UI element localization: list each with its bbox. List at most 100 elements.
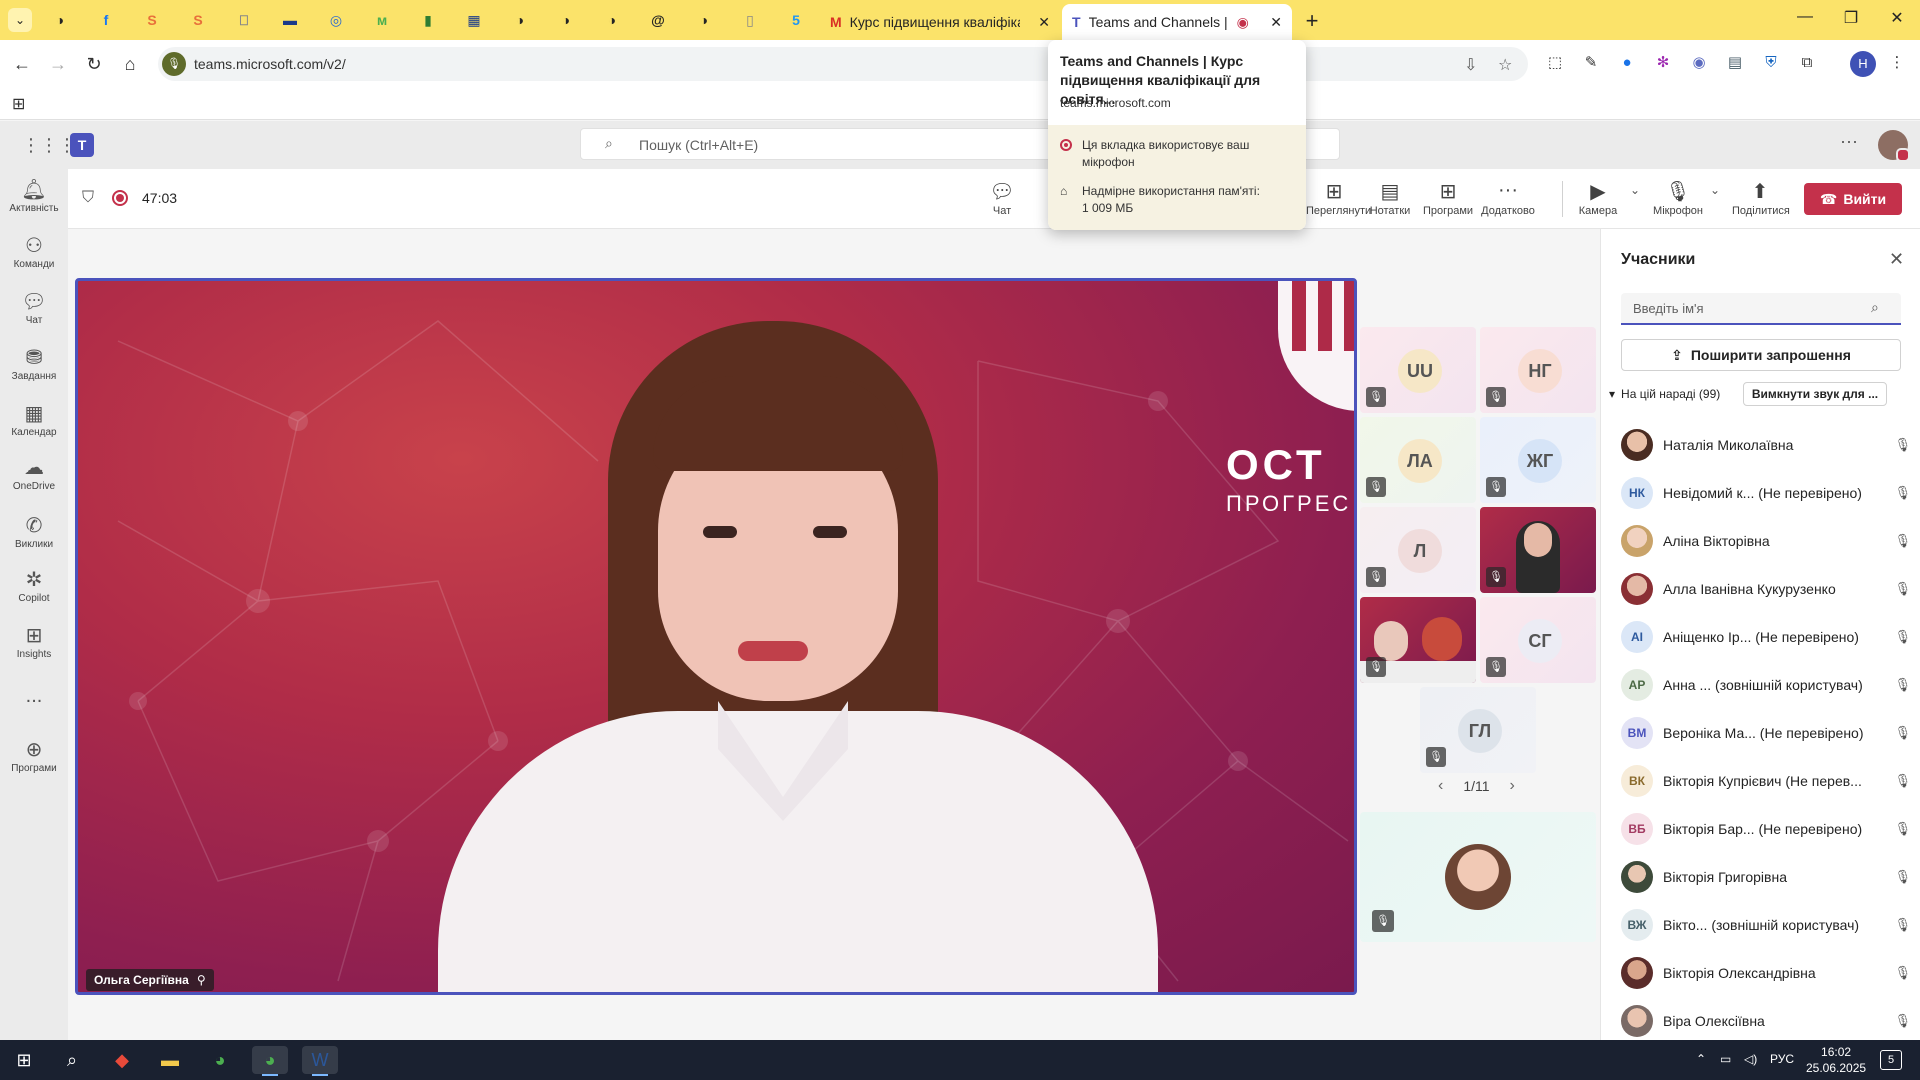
- close-icon[interactable]: ✕: [1889, 249, 1904, 270]
- new-tab-button[interactable]: +: [1300, 8, 1324, 34]
- more-options-icon[interactable]: ···: [1840, 131, 1858, 152]
- chrome-icon[interactable]: ◕: [202, 1046, 238, 1074]
- back-icon[interactable]: ←: [10, 52, 34, 76]
- pinned-tab-icon[interactable]: ◑: [554, 8, 578, 32]
- in-meeting-section[interactable]: ▾ На цій нараді (99): [1609, 387, 1720, 401]
- close-tab-icon[interactable]: ✕: [1270, 14, 1282, 31]
- pinned-tab-icon[interactable]: S: [140, 8, 164, 32]
- participant-row[interactable]: АР Анна ... (зовнішній користувач) 🎙︎: [1621, 665, 1911, 705]
- pinned-tab-icon[interactable]: ▦: [462, 8, 486, 32]
- pinned-tab-icon[interactable]: ▯: [738, 8, 762, 32]
- shield-extension-icon[interactable]: ⛨: [1760, 52, 1782, 74]
- tab-teams[interactable]: T Teams and Channels | Курс ◉ ✕: [1062, 4, 1292, 40]
- rail-item-activity[interactable]: 🔔︎ Активність: [0, 177, 68, 214]
- apps-grid-icon[interactable]: ⊞: [12, 94, 25, 114]
- rail-item-chat[interactable]: 💬︎ Чат: [0, 289, 68, 326]
- system-clock[interactable]: 16:02 25.06.2025: [1806, 1044, 1866, 1076]
- pinned-tab-icon[interactable]: ▬: [278, 8, 302, 32]
- participant-tile[interactable]: НГ 🎙︎: [1480, 327, 1596, 413]
- participant-row[interactable]: Вікторія Григорівна 🎙︎: [1621, 857, 1911, 897]
- apps-button[interactable]: ⊞ Програми: [1420, 179, 1476, 217]
- participant-video-tile[interactable]: 🎙︎: [1360, 597, 1476, 683]
- rail-item-calls[interactable]: ✆ Виклики: [0, 513, 68, 550]
- rail-item-apps[interactable]: ⊕ Програми: [0, 737, 68, 774]
- participant-tile[interactable]: UU 🎙︎: [1360, 327, 1476, 413]
- app-launcher-icon[interactable]: ⋮⋮⋮: [22, 135, 76, 156]
- more-actions-button[interactable]: ··· Додатково: [1480, 179, 1536, 217]
- rail-item-copilot[interactable]: ✲ Copilot: [0, 567, 68, 604]
- rail-item-assignments[interactable]: ⛃ Завдання: [0, 345, 68, 382]
- close-tab-icon[interactable]: ✕: [1038, 14, 1050, 31]
- participant-row[interactable]: Алла Іванівна Кукурузенко 🎙︎: [1621, 569, 1911, 609]
- rail-item-teams[interactable]: ⚇ Команди: [0, 233, 68, 270]
- view-button[interactable]: ⊞ Переглянути: [1306, 179, 1371, 217]
- bookmark-star-icon[interactable]: ☆: [1498, 55, 1512, 75]
- participant-row[interactable]: Аліна Вікторівна 🎙︎: [1621, 521, 1911, 561]
- extension-icon[interactable]: ▤: [1724, 52, 1746, 74]
- home-icon[interactable]: ⌂: [118, 52, 142, 76]
- participant-video-tile[interactable]: 🎙︎: [1480, 507, 1596, 593]
- reload-icon[interactable]: ↻: [82, 52, 106, 76]
- tab-gmail[interactable]: M Курс підвищення кваліфікації ✕: [820, 4, 1060, 40]
- participant-row[interactable]: Віра Олексіївна 🎙︎: [1621, 1001, 1911, 1040]
- tray-chevron-icon[interactable]: ⌃: [1696, 1052, 1706, 1066]
- participant-row[interactable]: НК Невідомий к... (Не перевірено) 🎙︎: [1621, 473, 1911, 513]
- pinned-tab-icon[interactable]: ▮: [416, 8, 440, 32]
- network-icon[interactable]: ▭: [1720, 1052, 1731, 1066]
- facebook-tab-icon[interactable]: f: [94, 8, 118, 32]
- pinned-tab-icon[interactable]: ◑: [508, 8, 532, 32]
- pinned-tab-icon[interactable]: ◑: [600, 8, 624, 32]
- participant-tile[interactable]: СГ 🎙︎: [1480, 597, 1596, 683]
- participant-row[interactable]: AI Аніщенко Ір... (Не перевірено) 🎙︎: [1621, 617, 1911, 657]
- pinned-tab-icon[interactable]: ◑: [692, 8, 716, 32]
- minimize-icon[interactable]: —: [1790, 8, 1820, 26]
- pinned-tab-icon[interactable]: 5: [784, 8, 808, 32]
- camera-button[interactable]: ▶︎ Камера ⌄: [1570, 179, 1640, 217]
- close-window-icon[interactable]: ✕: [1882, 8, 1912, 28]
- chevron-down-icon[interactable]: ⌄: [1630, 183, 1640, 197]
- share-invite-button[interactable]: ⇪ Поширити запрошення: [1621, 339, 1901, 371]
- chevron-left-icon[interactable]: ‹: [1438, 777, 1443, 795]
- pinned-tab-icon[interactable]: ⎕: [232, 8, 256, 32]
- participant-row[interactable]: ВК Вікторія Купрієвич (Не перев... 🎙︎: [1621, 761, 1911, 801]
- leave-button[interactable]: ☎︎ Вийти: [1804, 183, 1902, 215]
- windows-start-icon[interactable]: ⊞: [6, 1046, 42, 1074]
- address-bar[interactable]: 🎙 teams.microsoft.com/v2/ ⇩ ☆: [158, 47, 1528, 81]
- participant-tile[interactable]: Л 🎙︎: [1360, 507, 1476, 593]
- search-icon[interactable]: ⌕: [54, 1046, 90, 1074]
- self-view-tile[interactable]: 🎙︎: [1360, 812, 1596, 942]
- chrome-profile-icon[interactable]: ◕: [252, 1046, 288, 1076]
- install-app-icon[interactable]: ⇩: [1464, 55, 1477, 75]
- chat-button[interactable]: 💬︎ Чат: [974, 179, 1030, 217]
- participant-row[interactable]: ВБ Вікторія Бар... (Не перевірено) 🎙︎: [1621, 809, 1911, 849]
- participant-row[interactable]: Наталія Миколаївна 🎙︎: [1621, 425, 1911, 465]
- shield-icon[interactable]: ⛉: [82, 189, 94, 207]
- puzzle-icon[interactable]: ⧉: [1796, 52, 1818, 74]
- microphone-button[interactable]: 🎙︎ Мікрофон ⌄: [1650, 179, 1720, 217]
- microphone-in-use-icon[interactable]: 🎙: [162, 52, 186, 76]
- profile-avatar[interactable]: Н: [1850, 51, 1876, 77]
- pinned-tab-icon[interactable]: ◑: [48, 8, 72, 32]
- rail-item-calendar[interactable]: ▦ Календар: [0, 401, 68, 438]
- pinned-tab-icon[interactable]: @: [646, 8, 670, 32]
- notes-button[interactable]: ▤ Нотатки: [1362, 179, 1418, 217]
- file-explorer-icon[interactable]: ▬: [152, 1046, 188, 1074]
- mute-all-button[interactable]: Вимкнути звук для ...: [1743, 382, 1887, 406]
- pin-icon[interactable]: ⚲: [197, 969, 206, 991]
- participant-search-input[interactable]: Введіть ім'я ⌕: [1621, 293, 1901, 325]
- rail-item-insights[interactable]: ⊞ Insights: [0, 623, 68, 660]
- participant-row[interactable]: ВЖ Вікто... (зовнішній користувач) 🎙︎: [1621, 905, 1911, 945]
- extension-icon[interactable]: ●: [1616, 52, 1638, 74]
- share-button[interactable]: ⬆ Поділитися: [1732, 179, 1790, 217]
- extension-icon[interactable]: ◉: [1688, 52, 1710, 74]
- chevron-down-icon[interactable]: ⌄: [1710, 183, 1720, 197]
- participant-tile[interactable]: ЛА 🎙︎: [1360, 417, 1476, 503]
- user-avatar[interactable]: [1878, 130, 1910, 162]
- pinned-tab-icon[interactable]: S: [186, 8, 210, 32]
- participant-tile[interactable]: ЖГ 🎙︎: [1480, 417, 1596, 503]
- restore-icon[interactable]: ❐: [1836, 8, 1866, 28]
- volume-icon[interactable]: ◁): [1744, 1052, 1757, 1066]
- translate-icon[interactable]: ✎: [1580, 52, 1602, 74]
- participant-tile[interactable]: ГЛ 🎙︎: [1420, 687, 1536, 773]
- participant-row[interactable]: ВМ Вероніка Ма... (Не перевірено) 🎙︎: [1621, 713, 1911, 753]
